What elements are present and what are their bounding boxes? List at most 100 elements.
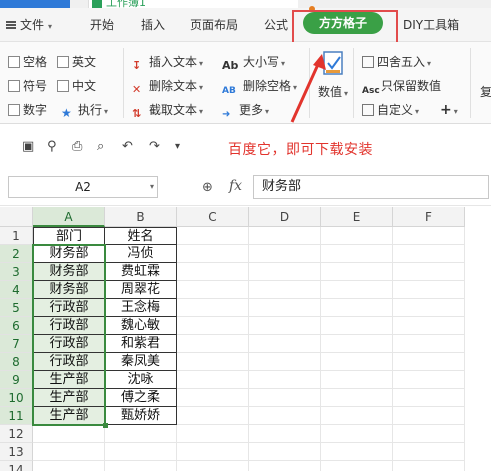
cell-C5[interactable] <box>177 299 249 317</box>
cell-C4[interactable] <box>177 281 249 299</box>
cell-B11[interactable]: 甄娇娇 <box>105 407 177 425</box>
row-header-1[interactable]: 1 <box>0 227 33 245</box>
column-header-F[interactable]: F <box>393 207 465 227</box>
cell-B4[interactable]: 周翠花 <box>105 281 177 299</box>
print-preview-icon[interactable]: ⌕ <box>97 139 104 154</box>
cell-F14[interactable] <box>393 461 465 471</box>
insert-text-button[interactable]: ↧ 插入文本 ▾ <box>132 53 203 72</box>
cell-A9[interactable]: 生产部 <box>33 371 105 389</box>
cell-F12[interactable] <box>393 425 465 443</box>
cell-B13[interactable] <box>105 443 177 461</box>
cell-E11[interactable] <box>321 407 393 425</box>
cell-D13[interactable] <box>249 443 321 461</box>
cell-A14[interactable] <box>33 461 105 471</box>
cell-C14[interactable] <box>177 461 249 471</box>
cell-D2[interactable] <box>249 245 321 263</box>
cell-B7[interactable]: 和紫君 <box>105 335 177 353</box>
menu-home[interactable]: 开始 <box>90 8 114 42</box>
row-header-8[interactable]: 8 <box>0 353 33 371</box>
cell-A7[interactable]: 行政部 <box>33 335 105 353</box>
checkbox-english[interactable]: 英文 <box>57 53 96 71</box>
cell-B6[interactable]: 魏心敏 <box>105 317 177 335</box>
keep-values-button[interactable]: Asc只保留数值 <box>362 77 441 96</box>
column-header-E[interactable]: E <box>321 207 393 227</box>
cell-D11[interactable] <box>249 407 321 425</box>
menu-page-layout[interactable]: 页面布局 <box>190 8 238 42</box>
cell-F7[interactable] <box>393 335 465 353</box>
delete-text-button[interactable]: ✕ 删除文本 ▾ <box>132 77 203 96</box>
cell-C3[interactable] <box>177 263 249 281</box>
cell-F8[interactable] <box>393 353 465 371</box>
row-header-11[interactable]: 11 <box>0 407 33 425</box>
cell-D14[interactable] <box>249 461 321 471</box>
checkbox-space[interactable]: 空格 <box>8 53 47 71</box>
cell-A5[interactable]: 行政部 <box>33 299 105 317</box>
cell-C12[interactable] <box>177 425 249 443</box>
cell-A10[interactable]: 生产部 <box>33 389 105 407</box>
cell-D3[interactable] <box>249 263 321 281</box>
home-tab[interactable] <box>0 0 70 8</box>
cell-E4[interactable] <box>321 281 393 299</box>
cell-F11[interactable] <box>393 407 465 425</box>
select-all-corner[interactable] <box>0 207 33 227</box>
row-header-12[interactable]: 12 <box>0 425 33 443</box>
menu-formula[interactable]: 公式 <box>264 8 288 42</box>
cell-E5[interactable] <box>321 299 393 317</box>
cell-C1[interactable] <box>177 227 249 245</box>
cell-C10[interactable] <box>177 389 249 407</box>
cell-F1[interactable] <box>393 227 465 245</box>
cell-F13[interactable] <box>393 443 465 461</box>
add-icon[interactable]: + ▾ <box>440 101 458 119</box>
cell-C6[interactable] <box>177 317 249 335</box>
cell-F9[interactable] <box>393 371 465 389</box>
row-header-13[interactable]: 13 <box>0 443 33 461</box>
row-header-6[interactable]: 6 <box>0 317 33 335</box>
row-header-4[interactable]: 4 <box>0 281 33 299</box>
cell-F3[interactable] <box>393 263 465 281</box>
cell-A4[interactable]: 财务部 <box>33 281 105 299</box>
cell-F5[interactable] <box>393 299 465 317</box>
cell-D10[interactable] <box>249 389 321 407</box>
cell-E10[interactable] <box>321 389 393 407</box>
print-icon[interactable]: ⎙ <box>72 139 82 154</box>
custom-button[interactable]: 自定义 ▾ <box>362 101 419 119</box>
formula-input[interactable]: 财务部 <box>253 175 489 199</box>
row-header-10[interactable]: 10 <box>0 389 33 407</box>
cell-A12[interactable] <box>33 425 105 443</box>
extract-text-button[interactable]: ⇅ 截取文本 ▾ <box>132 101 203 120</box>
name-box[interactable]: A2 ▾ <box>8 176 158 198</box>
cell-B1[interactable]: 姓名 <box>105 227 177 245</box>
fill-handle[interactable] <box>103 423 108 428</box>
row-header-2[interactable]: 2 <box>0 245 33 263</box>
cell-A13[interactable] <box>33 443 105 461</box>
cell-C2[interactable] <box>177 245 249 263</box>
checkbox-symbol[interactable]: 符号 <box>8 77 47 95</box>
cell-D12[interactable] <box>249 425 321 443</box>
row-header-3[interactable]: 3 <box>0 263 33 281</box>
column-header-B[interactable]: B <box>105 207 177 227</box>
row-header-5[interactable]: 5 <box>0 299 33 317</box>
menu-diy-toolbox[interactable]: DIY工具箱 <box>403 8 459 42</box>
cell-D9[interactable] <box>249 371 321 389</box>
case-button[interactable]: Ab 大小写 ▾ <box>222 53 285 72</box>
cell-A6[interactable]: 行政部 <box>33 317 105 335</box>
cell-E14[interactable] <box>321 461 393 471</box>
cell-E8[interactable] <box>321 353 393 371</box>
row-header-9[interactable]: 9 <box>0 371 33 389</box>
cell-E1[interactable] <box>321 227 393 245</box>
cell-B12[interactable] <box>105 425 177 443</box>
cell-A1[interactable]: 部门 <box>33 227 105 245</box>
cell-B9[interactable]: 沈咏 <box>105 371 177 389</box>
cell-E3[interactable] <box>321 263 393 281</box>
checkbox-chinese[interactable]: 中文 <box>57 77 96 95</box>
column-header-A[interactable]: A <box>33 207 105 227</box>
cell-B2[interactable]: 冯侦 <box>105 245 177 263</box>
cell-F4[interactable] <box>393 281 465 299</box>
cell-C7[interactable] <box>177 335 249 353</box>
row-header-14[interactable]: 14 <box>0 461 33 471</box>
cell-E12[interactable] <box>321 425 393 443</box>
cell-B8[interactable]: 秦凤美 <box>105 353 177 371</box>
cell-E2[interactable] <box>321 245 393 263</box>
cell-A2[interactable]: 财务部 <box>33 245 105 263</box>
cell-E7[interactable] <box>321 335 393 353</box>
